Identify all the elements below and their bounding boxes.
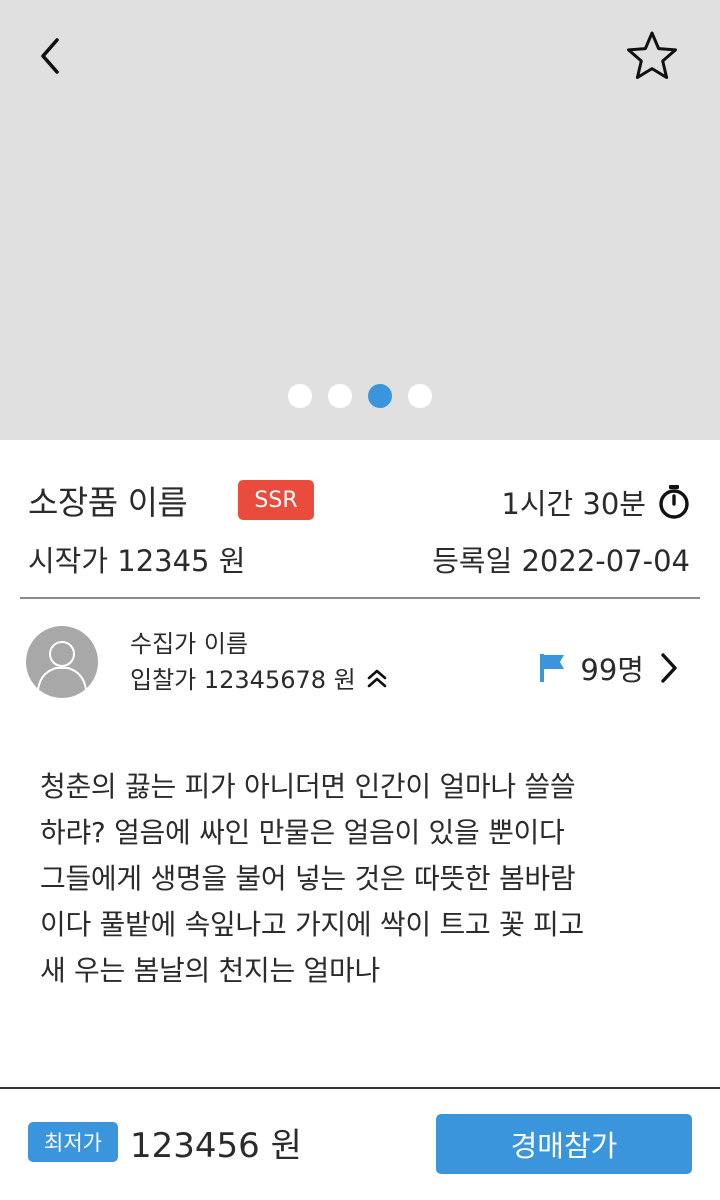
star-outline-icon	[627, 31, 677, 79]
carousel-dot[interactable]	[288, 384, 312, 408]
flag-icon	[540, 654, 565, 682]
lowest-price: 123456 원	[130, 1126, 302, 1166]
bid-price: 입찰가 12345678 원	[130, 666, 356, 694]
avatar[interactable]	[26, 626, 98, 698]
bidder-list-link[interactable]: 99명	[538, 644, 680, 692]
start-price: 시작가 12345 원	[28, 544, 246, 578]
footer-divider	[0, 1087, 720, 1089]
double-chevron-up-icon[interactable]	[366, 667, 388, 689]
chevron-right-icon	[661, 653, 677, 683]
auction-detail-page: 소장품 이름 SSR 1시간 30분 시작가 12345 원 등록일 2022-…	[0, 0, 720, 1200]
carousel-dot[interactable]	[408, 384, 432, 408]
time-left: 1시간 30분	[501, 480, 690, 524]
stopwatch-icon	[659, 485, 689, 519]
registration-date: 등록일 2022-07-04	[432, 544, 690, 578]
carousel-indicator	[0, 384, 720, 408]
carousel-dot[interactable]	[328, 384, 352, 408]
carousel-dot-active[interactable]	[368, 384, 392, 408]
item-name: 소장품 이름	[28, 483, 188, 522]
item-description: 청춘의 끓는 피가 아니더면 인간이 얼마나 쓸쓸 하랴? 얼음에 싸인 만물은…	[40, 770, 584, 987]
chevron-left-icon	[41, 38, 59, 74]
back-button[interactable]	[28, 34, 72, 78]
bid-price-row: 입찰가 12345678 원	[130, 660, 388, 695]
collector-name: 수집가 이름	[130, 630, 249, 658]
user-silhouette-icon	[37, 641, 87, 691]
lowest-price-badge: 최저가	[28, 1122, 118, 1162]
time-left-label: 1시간 30분	[501, 487, 646, 521]
favorite-button[interactable]	[624, 28, 680, 84]
item-image-carousel[interactable]	[0, 0, 720, 440]
bidder-count: 99명	[580, 653, 644, 687]
grade-badge: SSR	[238, 480, 314, 520]
join-auction-button[interactable]: 경매참가	[436, 1114, 692, 1174]
divider	[20, 597, 700, 599]
